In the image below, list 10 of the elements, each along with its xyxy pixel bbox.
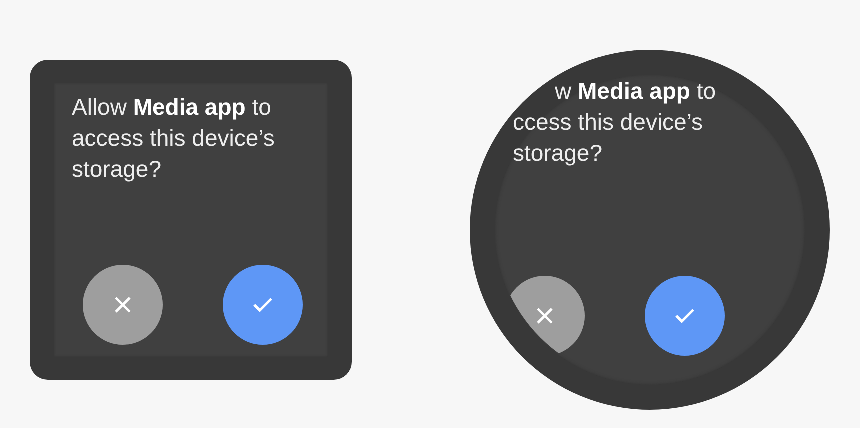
prompt-text: ccess this device’s xyxy=(513,108,704,137)
prompt-text: storage? xyxy=(72,155,162,184)
checkmark-icon xyxy=(253,297,273,313)
prompt-text: access this device’s xyxy=(72,124,275,153)
checkmark-icon xyxy=(675,308,695,324)
close-icon xyxy=(114,296,132,314)
prompt-text: Allow Media app to xyxy=(72,93,272,122)
prompt-text: storage? xyxy=(513,139,603,168)
prompt-text: w Media app to xyxy=(555,77,716,106)
close-icon xyxy=(536,307,554,325)
